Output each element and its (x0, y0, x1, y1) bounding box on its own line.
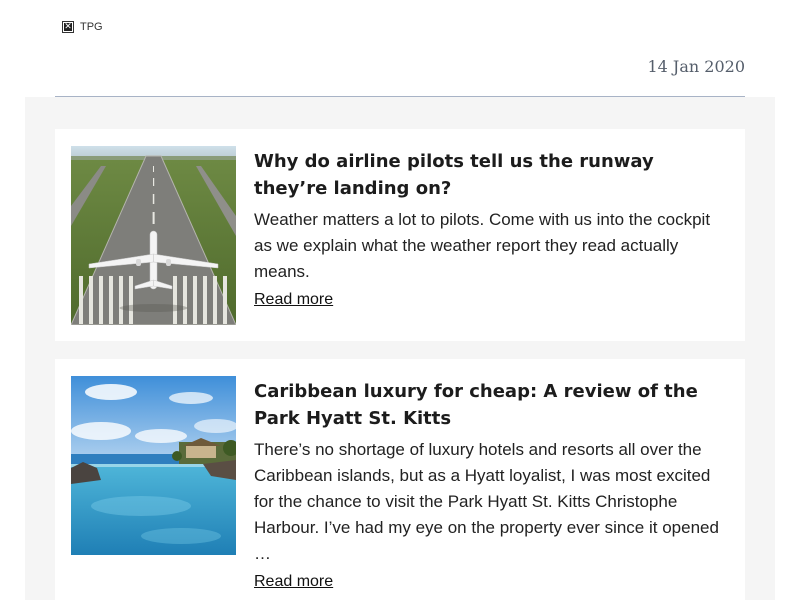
broken-image-icon (62, 20, 74, 34)
article-image-resort[interactable] (71, 376, 236, 555)
newsletter-date: 14 Jan 2020 (647, 57, 745, 76)
article-body: Caribbean luxury for cheap: A review of … (254, 378, 729, 591)
logo-text: TPG (80, 21, 103, 33)
read-more-link[interactable]: Read more (254, 291, 333, 308)
article-image-runway[interactable] (71, 146, 236, 325)
article-description: There’s no shortage of luxury hotels and… (254, 440, 719, 563)
article-description: Weather matters a lot to pilots. Come wi… (254, 210, 711, 281)
read-more-link[interactable]: Read more (254, 573, 333, 590)
article-title[interactable]: Caribbean luxury for cheap: A review of … (254, 378, 729, 432)
resort-pool-illustration (71, 376, 236, 555)
article-card: Caribbean luxury for cheap: A review of … (55, 359, 745, 600)
email-page: TPG 14 Jan 2020 (0, 0, 800, 600)
article-body: Why do airline pilots tell us the runway… (254, 148, 729, 309)
brand-logo[interactable]: TPG (62, 20, 103, 34)
runway-airplane-illustration (71, 146, 236, 325)
article-card: Why do airline pilots tell us the runway… (55, 129, 745, 341)
article-title[interactable]: Why do airline pilots tell us the runway… (254, 148, 729, 202)
